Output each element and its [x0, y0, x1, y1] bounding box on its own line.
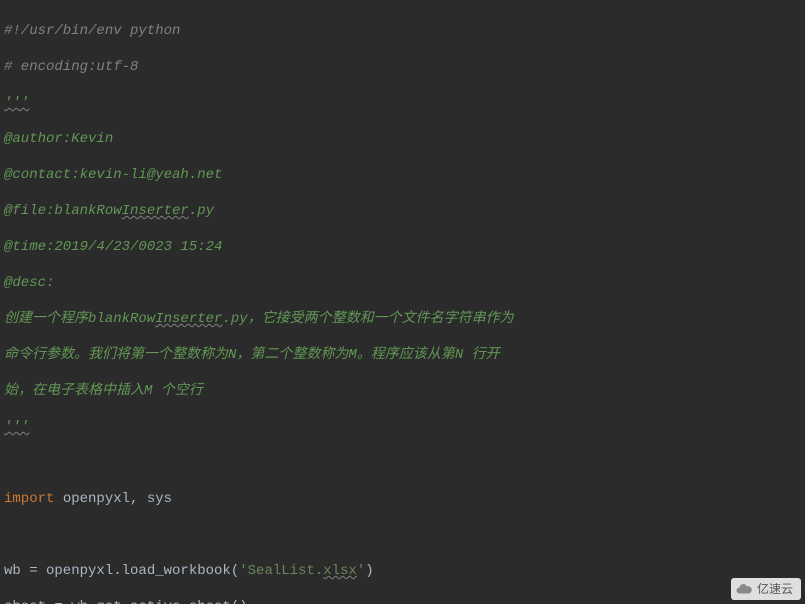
code-text: 。程序应该从第	[357, 347, 455, 363]
code-text: '''	[4, 95, 29, 111]
code-text: 始，在电子表格中插入	[4, 383, 144, 399]
code-text: .py	[222, 311, 247, 327]
code-text: import	[4, 491, 54, 507]
code-text: Inserter	[155, 311, 222, 327]
code-text: 个空行	[152, 383, 202, 399]
code-text: blankRow	[88, 311, 155, 327]
code-text: sheet = wb.get_active_sheet()	[4, 599, 248, 604]
code-text: )	[365, 563, 373, 579]
code-text: @time:2019/4/23/0023 15:24	[4, 239, 222, 255]
code-text: #!/usr/bin/env python	[4, 23, 180, 39]
code-text: openpyxl, sys	[54, 491, 172, 507]
code-text: 行开	[463, 347, 499, 363]
code-text: N	[455, 347, 463, 363]
code-text: # encoding:utf-8	[4, 59, 138, 75]
code-text: Inserter	[122, 203, 189, 219]
code-text: xlsx	[323, 563, 357, 579]
code-text: @contact:kevin-li@yeah.net	[4, 167, 222, 183]
code-text: 命令行参数。我们将第一个整数称为	[4, 347, 228, 363]
watermark: 亿速云	[731, 578, 801, 600]
cloud-icon	[735, 580, 753, 598]
code-text: ，它接受两个整数和一个文件名字符串作为	[248, 311, 514, 327]
code-text: '''	[4, 419, 29, 435]
code-text: @desc:	[4, 275, 54, 291]
code-text: M	[348, 347, 356, 363]
code-text: @author:Kevin	[4, 131, 113, 147]
code-text: 创建一个程序	[4, 311, 88, 327]
code-text: .py	[189, 203, 214, 219]
code-text: 'SealList.	[239, 563, 323, 579]
code-text: ，第二个整数称为	[236, 347, 348, 363]
watermark-text: 亿速云	[757, 582, 793, 596]
code-text: @file:blankRow	[4, 203, 122, 219]
code-editor[interactable]: #!/usr/bin/env python # encoding:utf-8 '…	[0, 0, 805, 604]
code-text: wb = openpyxl.load_workbook(	[4, 563, 239, 579]
